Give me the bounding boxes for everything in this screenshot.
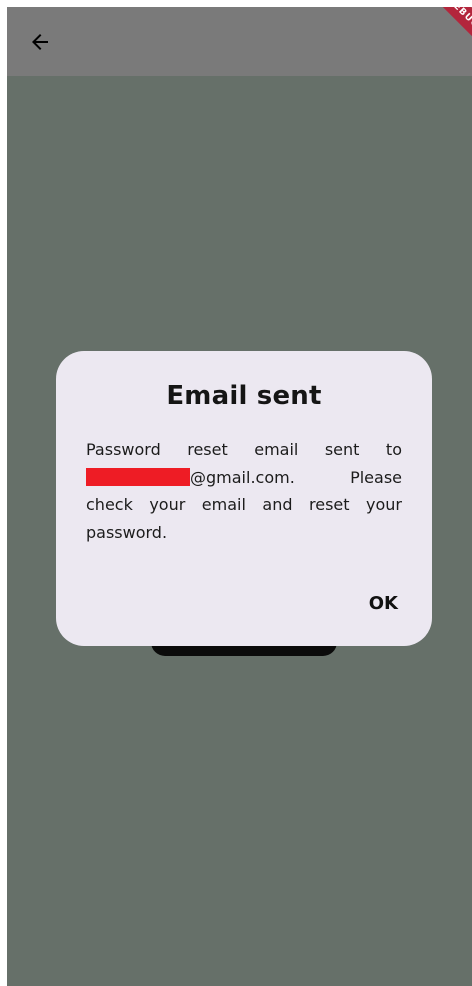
message-prefix: Password reset email sent to	[86, 440, 402, 459]
debug-banner: DEBUG	[432, 7, 472, 47]
dialog-title: Email sent	[166, 381, 322, 411]
email-sent-dialog: Email sent Password reset email sent to …	[56, 351, 432, 646]
ok-button[interactable]: OK	[361, 589, 406, 618]
email-domain: @gmail.com.	[190, 467, 295, 487]
app-screen: DEBUG Email sent Password reset email se…	[7, 7, 472, 986]
debug-banner-container: DEBUG	[432, 7, 472, 47]
redacted-email-username	[86, 467, 190, 486]
back-button[interactable]	[25, 27, 55, 57]
app-bar	[7, 7, 472, 76]
dialog-message: Password reset email sent to @gmail.com.…	[86, 436, 402, 546]
arrow-back-icon	[32, 34, 48, 50]
